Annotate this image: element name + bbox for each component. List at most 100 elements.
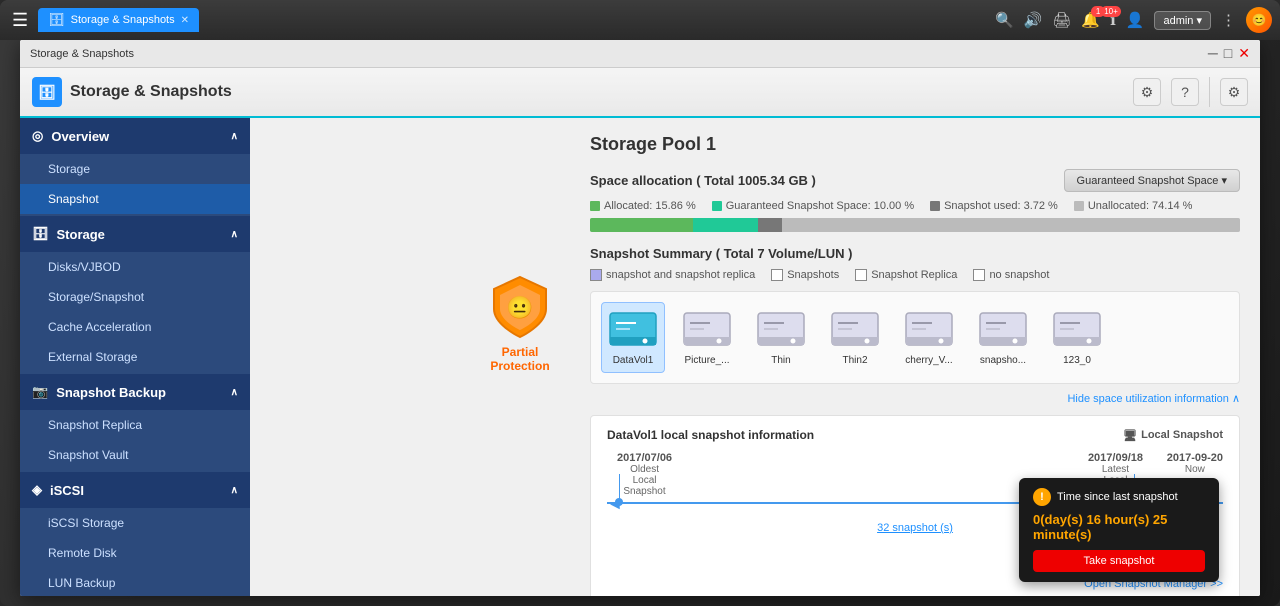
sidebar-item-remote-disk[interactable]: Remote Disk: [20, 538, 250, 568]
sidebar-storage-section[interactable]: 🗄 Storage ∧: [20, 216, 250, 252]
volume-item[interactable]: Thin: [749, 302, 813, 373]
volume-name-label: Thin2: [842, 355, 867, 366]
volume-item[interactable]: Picture_...: [675, 302, 739, 373]
space-alloc-title: Space allocation ( Total 1005.34 GB ): [590, 173, 816, 188]
admin-button[interactable]: admin ▾: [1154, 11, 1211, 30]
sidebar-item-snapshot[interactable]: Snapshot: [20, 184, 250, 214]
snapshot-tooltip: ! Time since last snapshot 0(day(s) 16 h…: [1019, 478, 1219, 582]
sidebar-snapshot-backup-section[interactable]: 📷 Snapshot Backup ∧: [20, 374, 250, 410]
guaranteed-label: Guaranteed Snapshot Space: 10.00 %: [726, 200, 914, 212]
tab-storage-snapshots[interactable]: 🗄 Storage & Snapshots ✕: [38, 8, 199, 32]
minimize-button[interactable]: ─: [1208, 45, 1218, 62]
app-logo-icon: 🗄: [32, 77, 62, 107]
laptop-frame: ☰ 🗄 Storage & Snapshots ✕ 🔍 🔊 🖨 🔔1 ℹ10+ …: [0, 0, 1280, 606]
volume-drive-icon: [682, 309, 732, 351]
settings-gear-button[interactable]: ⚙: [1133, 78, 1161, 106]
space-allocation-header: Space allocation ( Total 1005.34 GB ) Gu…: [590, 169, 1240, 192]
local-snap-label: Local Snapshot: [1141, 429, 1223, 441]
snap-info-title: DataVol1 local snapshot information 🖥 Lo…: [607, 428, 1223, 442]
allocated-segment: [590, 218, 693, 232]
snapshot-backup-icon: 📷: [32, 384, 48, 400]
volume-item[interactable]: Thin2: [823, 302, 887, 373]
snapshot-summary-title: Snapshot Summary ( Total 7 Volume/LUN ): [590, 246, 1240, 261]
volume-item[interactable]: cherry_V...: [897, 302, 961, 373]
sidebar-item-storage-snapshot[interactable]: Storage/Snapshot: [20, 282, 250, 312]
sidebar-storage-label: Storage: [57, 227, 105, 242]
sidebar-item-storage[interactable]: Storage: [20, 154, 250, 184]
window-controls: ─ □ ✕: [1208, 45, 1250, 62]
legend-row: Allocated: 15.86 % Guaranteed Snapshot S…: [590, 200, 1240, 212]
sidebar-item-lun-backup[interactable]: LUN Backup: [20, 568, 250, 596]
content-area: 😐 Partial Protection Storage Pool 1 Spac…: [250, 118, 1260, 596]
partial-protection-badge: 😐 Partial Protection: [490, 273, 550, 373]
notification-icon[interactable]: 🔔1: [1081, 11, 1100, 29]
sidebar-item-snapshot-replica[interactable]: Snapshot Replica: [20, 410, 250, 440]
allocated-label: Allocated: 15.86 %: [604, 200, 696, 212]
partial-protection-label: Partial Protection: [490, 345, 549, 373]
local-snap-icon: 🖥: [1123, 429, 1137, 442]
snap-check-all: [590, 269, 602, 281]
oldest-desc: OldestLocalSnapshot: [617, 464, 672, 497]
close-button[interactable]: ✕: [1238, 45, 1250, 62]
volume-item[interactable]: DataVol1: [601, 302, 665, 373]
iscsi-chevron-icon: ∧: [231, 485, 238, 496]
volume-item[interactable]: 123_0: [1045, 302, 1109, 373]
sidebar-item-disks[interactable]: Disks/VJBOD: [20, 252, 250, 282]
snapshot-nav-label: Snapshot: [48, 192, 99, 206]
unallocated-label: Unallocated: 74.14 %: [1088, 200, 1193, 212]
volume-icon[interactable]: 🔊: [1024, 11, 1043, 29]
tab-close-button[interactable]: ✕: [181, 15, 189, 26]
allocated-color-dot: [590, 201, 600, 211]
legend-unallocated: Unallocated: 74.14 %: [1074, 200, 1193, 212]
sidebar-item-cache[interactable]: Cache Acceleration: [20, 312, 250, 342]
shield-icon: 😐: [490, 273, 550, 339]
partial-line2: Protection: [490, 359, 549, 373]
snap-legend-snapshots: Snapshots: [771, 269, 839, 281]
info-icon[interactable]: ℹ10+: [1110, 11, 1116, 29]
warning-icon: !: [1033, 488, 1051, 506]
guaranteed-segment: [693, 218, 758, 232]
snapshot-vault-label: Snapshot Vault: [48, 448, 129, 462]
storage-section-icon: 🗄: [32, 226, 49, 242]
iscsi-icon: ◈: [32, 482, 42, 498]
sidebar-item-snapshot-vault[interactable]: Snapshot Vault: [20, 440, 250, 470]
search-icon[interactable]: 🔍: [995, 11, 1014, 29]
local-snap-badge: 🖥 Local Snapshot: [1123, 429, 1223, 442]
timeline-oldest-label: 2017/07/06 OldestLocalSnapshot: [617, 452, 672, 497]
volume-drive-icon: [756, 309, 806, 351]
main-content: ◎ Overview ∧ Storage Snapshot 🗄 Storage: [20, 118, 1260, 596]
help-button[interactable]: ?: [1171, 78, 1199, 106]
guaranteed-snapshot-space-button[interactable]: Guaranteed Snapshot Space ▾: [1064, 169, 1240, 192]
snap-legend-none: no snapshot: [973, 269, 1049, 281]
legend-snapshot-used: Snapshot used: 3.72 %: [930, 200, 1058, 212]
snap-check-snapshots: [771, 269, 783, 281]
timeline-now-label: 2017-09-20 Now: [1167, 452, 1223, 475]
user-icon[interactable]: 👤: [1126, 11, 1145, 29]
now-desc: Now: [1167, 464, 1223, 475]
sidebar-iscsi-section[interactable]: ◈ iSCSI ∧: [20, 472, 250, 508]
taskbar: ☰ 🗄 Storage & Snapshots ✕ 🔍 🔊 🖨 🔔1 ℹ10+ …: [0, 0, 1280, 40]
hide-space-link[interactable]: Hide space utilization information ∧: [590, 392, 1240, 405]
legend-allocated: Allocated: 15.86 %: [590, 200, 696, 212]
timeline-count-label[interactable]: 32 snapshot (s): [877, 522, 953, 534]
sidebar-item-external[interactable]: External Storage: [20, 342, 250, 372]
taskbar-actions: 🔍 🔊 🖨 🔔1 ℹ10+ 👤 admin ▾ ⋮ 😊: [995, 7, 1272, 33]
snapshot-info-panel: DataVol1 local snapshot information 🖥 Lo…: [590, 415, 1240, 596]
volume-item[interactable]: snapsho...: [971, 302, 1035, 373]
printer-icon[interactable]: 🖨: [1052, 11, 1071, 29]
tooltip-header: ! Time since last snapshot: [1033, 488, 1205, 506]
more-icon[interactable]: ⋮: [1221, 11, 1236, 29]
now-date: 2017-09-20: [1167, 452, 1223, 464]
sidebar-item-iscsi-storage[interactable]: iSCSI Storage: [20, 508, 250, 538]
progress-bar: [590, 218, 1240, 232]
sidebar-item-overview[interactable]: ◎ Overview ∧: [20, 118, 250, 154]
window-title: Storage & Snapshots: [30, 48, 134, 60]
volume-drive-icon: [978, 309, 1028, 351]
take-snapshot-button[interactable]: Take snapshot: [1033, 550, 1205, 572]
tooltip-time: 0(day(s) 16 hour(s) 25 minute(s): [1033, 512, 1205, 542]
menu-icon[interactable]: ☰: [8, 6, 32, 35]
system-settings-button[interactable]: ⚙: [1220, 78, 1248, 106]
snap-info-title-text: DataVol1 local snapshot information: [607, 428, 814, 442]
snap-legend-replica: Snapshot Replica: [855, 269, 957, 281]
maximize-button[interactable]: □: [1224, 45, 1232, 62]
